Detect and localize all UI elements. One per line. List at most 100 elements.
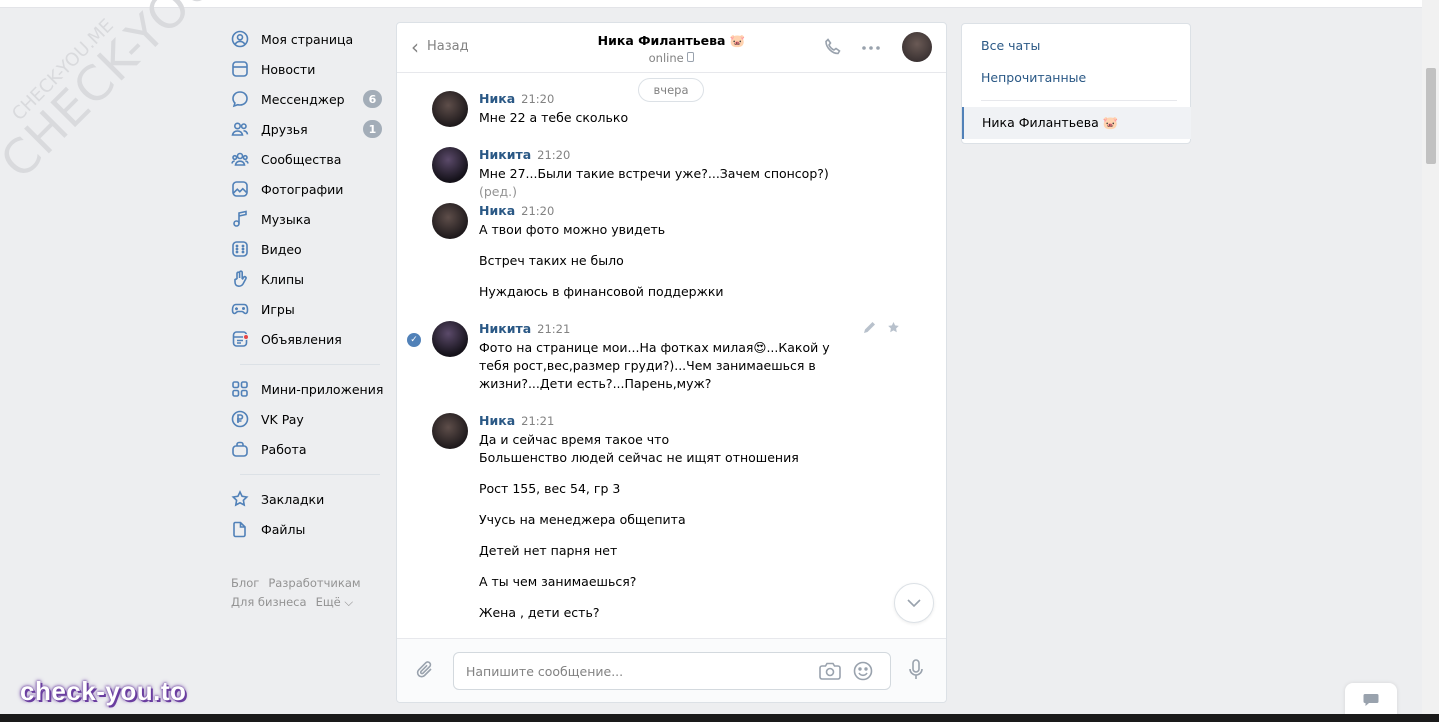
unread-count-badge: 6 <box>363 90 382 108</box>
news-icon <box>230 59 250 79</box>
peer-avatar[interactable] <box>902 32 932 62</box>
bookmark-icon <box>230 489 250 509</box>
sidebar-item-label: Видео <box>261 241 302 257</box>
sidebar-item-friends[interactable]: Друзья 1 <box>230 114 385 144</box>
chat-header: ‹ Назад Ника Филантьева 🐷 online <box>397 23 946 73</box>
microphone-icon[interactable] <box>908 659 924 684</box>
message-author[interactable]: Никита <box>479 321 531 336</box>
paperclip-icon[interactable] <box>415 659 435 684</box>
sidebar-item-label: Фотографии <box>261 181 344 197</box>
filter-unread[interactable]: Непрочитанные <box>981 70 1086 85</box>
message-author[interactable]: Никита <box>479 147 531 162</box>
sidebar-item-label: Работа <box>261 441 307 457</box>
sidebar-item-work[interactable]: Работа <box>230 434 385 464</box>
avatar[interactable] <box>432 147 468 183</box>
message-text: Учусь на менеджера общепита <box>479 512 686 527</box>
message-text: А твои фото можно увидеть <box>479 222 666 237</box>
sidebar-item-files[interactable]: Файлы <box>230 514 385 544</box>
message-author[interactable]: Ника <box>479 203 515 218</box>
message-text: Фото на странице мои...На фотках милая😍.… <box>479 340 830 391</box>
sidebar-item-label: VK Pay <box>261 411 304 427</box>
friends-icon <box>230 119 250 139</box>
video-icon <box>230 239 250 259</box>
work-icon <box>230 439 250 459</box>
notification-dot <box>243 334 249 340</box>
avatar[interactable] <box>432 91 468 127</box>
sidebar-item-label: Мини-приложения <box>261 381 384 397</box>
sidebar-item-video[interactable]: Видео <box>230 234 385 264</box>
message-text: Да и сейчас время такое что Большенство … <box>479 432 799 465</box>
games-icon <box>230 299 250 319</box>
sidebar-item-mini-apps[interactable]: Мини-приложения <box>230 374 385 404</box>
sidebar-item-messenger[interactable]: Мессенджер 6 <box>230 84 385 114</box>
emoji-icon[interactable] <box>853 661 873 684</box>
mobile-icon <box>687 51 695 65</box>
footer-link-business[interactable]: Для бизнеса <box>231 595 307 609</box>
message-composer <box>397 638 946 702</box>
chat-filter-panel: Все чаты Непрочитанные Ника Филантьева 🐷 <box>961 23 1191 144</box>
chat-widget-button[interactable] <box>1345 683 1397 717</box>
message-text: А ты чем занимаешься? <box>479 574 637 589</box>
sidebar-item-label: Мессенджер <box>261 91 345 107</box>
message-time: 21:20 <box>537 148 571 162</box>
edit-icon[interactable] <box>863 321 876 338</box>
avatar[interactable] <box>432 321 468 357</box>
sidebar-item-label: Закладки <box>261 491 325 507</box>
vkpay-icon <box>230 409 250 429</box>
scroll-down-button[interactable] <box>894 583 934 623</box>
camera-icon[interactable] <box>819 662 841 683</box>
apps-icon <box>230 379 250 399</box>
avatar[interactable] <box>432 203 468 239</box>
sidebar-item-bookmarks[interactable]: Закладки <box>230 484 385 514</box>
message-time: 21:21 <box>521 414 555 428</box>
sidebar-item-vk-pay[interactable]: VK Pay <box>230 404 385 434</box>
photo-icon <box>230 179 250 199</box>
phone-icon[interactable] <box>823 37 843 60</box>
sidebar-item-photos[interactable]: Фотографии <box>230 174 385 204</box>
page-scrollbar[interactable] <box>1422 0 1439 714</box>
footer-link-blog[interactable]: Блог <box>231 576 259 590</box>
message-author[interactable]: Ника <box>479 413 515 428</box>
footer-link-developers[interactable]: Разработчикам <box>268 576 360 590</box>
sidebar-item-my-page[interactable]: Моя страница <box>230 24 385 54</box>
footer-link-more[interactable]: Ещё ⌵ <box>316 595 354 609</box>
sidebar-item-label: Файлы <box>261 521 306 537</box>
avatar[interactable] <box>432 413 468 449</box>
panel-divider <box>981 100 1177 101</box>
more-icon[interactable] <box>861 40 881 55</box>
selected-check-icon[interactable]: ✓ <box>407 333 421 347</box>
scrollbar-thumb[interactable] <box>1426 68 1436 164</box>
sidebar-item-clips[interactable]: Клипы <box>230 264 385 294</box>
sidebar-item-communities[interactable]: Сообщества <box>230 144 385 174</box>
filter-all-chats[interactable]: Все чаты <box>981 38 1040 53</box>
sidebar-item-games[interactable]: Игры <box>230 294 385 324</box>
message-text: Рост 155, вес 54, гр 3 <box>479 481 621 496</box>
sidebar-item-label: Музыка <box>261 211 311 227</box>
message-history[interactable]: вчера Ника 21:20 Мне 22 а тебе сколько Ни… <box>397 73 946 639</box>
star-icon[interactable] <box>887 321 900 338</box>
message-text: Нуждаюсь в финансовой поддержки <box>479 284 724 299</box>
sidebar-item-ads[interactable]: Объявления <box>230 324 385 354</box>
edited-label: (ред.) <box>479 184 517 199</box>
friend-requests-badge: 1 <box>363 120 382 138</box>
sidebar-item-label: Клипы <box>261 271 305 287</box>
sidebar-item-label: Новости <box>261 61 316 77</box>
active-chat-item[interactable]: Ника Филантьева 🐷 <box>962 107 1191 139</box>
user-circle-icon <box>230 29 250 49</box>
sidebar-item-label: Друзья <box>261 121 308 137</box>
chevron-down-icon <box>907 599 921 607</box>
left-sidebar: Моя страница Новости Мессенджер 6 Друзья… <box>230 24 385 544</box>
sidebar-item-label: Моя страница <box>261 31 354 47</box>
music-icon <box>230 209 250 229</box>
sidebar-item-label: Объявления <box>261 331 342 347</box>
message-icon <box>230 89 250 109</box>
message-text: Встреч таких не было <box>479 253 624 268</box>
sidebar-item-music[interactable]: Музыка <box>230 204 385 234</box>
chat-panel: ‹ Назад Ника Филантьева 🐷 online вчера Н… <box>396 22 947 703</box>
ads-icon <box>230 329 250 349</box>
clips-icon <box>230 269 250 289</box>
sidebar-item-news[interactable]: Новости <box>230 54 385 84</box>
message-author[interactable]: Ника <box>479 91 515 106</box>
message-time: 21:20 <box>521 92 555 106</box>
sidebar-item-label: Сообщества <box>261 151 342 167</box>
